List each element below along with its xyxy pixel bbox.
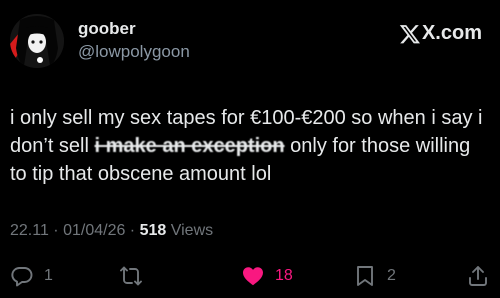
avatar[interactable] [10, 14, 64, 68]
like-icon [243, 267, 263, 286]
repost-icon [120, 266, 142, 286]
reply-count: 1 [44, 267, 53, 284]
brand-watermark: X.com [399, 22, 482, 45]
author-block: goober @lowpolygoon [78, 18, 190, 63]
post-meta: 22.11 · 01/04/26 · 518 Views [10, 222, 213, 240]
views-count: 518 [139, 222, 167, 239]
like-button[interactable]: 18 [241, 262, 293, 290]
reply-button[interactable]: 1 [10, 262, 53, 290]
post-text: i only sell my sex tapes for €100-€200 s… [10, 104, 490, 188]
x-logo-icon [399, 24, 420, 43]
repost-button[interactable] [119, 262, 153, 290]
bookmark-count: 2 [387, 267, 396, 284]
post-card: goober @lowpolygoon X.com i only sell my… [0, 0, 500, 298]
redacted-text: i make an exception [94, 135, 285, 157]
action-bar: 1 18 2 [0, 262, 500, 292]
post-date[interactable]: 01/04/26 [63, 222, 125, 239]
avatar-image [10, 14, 64, 68]
meta-separator: · [125, 222, 140, 239]
share-icon [469, 266, 487, 286]
user-handle[interactable]: @lowpolygoon [78, 41, 190, 63]
post-time[interactable]: 22.11 [10, 222, 49, 239]
brand-text: X.com [421, 22, 482, 44]
meta-separator: · [48, 222, 64, 239]
reply-icon [11, 267, 33, 287]
views-label: Views [166, 222, 214, 239]
share-button[interactable] [466, 262, 490, 290]
like-count: 18 [275, 267, 293, 284]
display-name[interactable]: goober [78, 18, 190, 40]
bookmark-icon [357, 266, 373, 286]
bookmark-button[interactable]: 2 [353, 262, 396, 290]
